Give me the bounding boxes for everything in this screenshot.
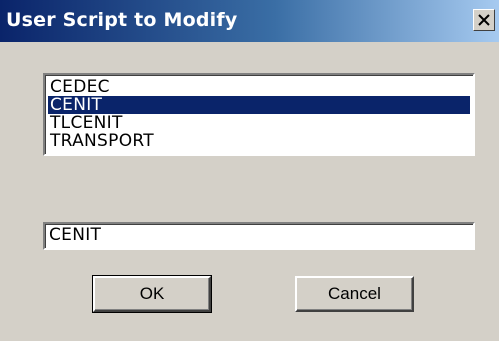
list-item-tlcenit[interactable]: TLCENIT bbox=[48, 114, 473, 132]
dialog-window: User Script to Modify CEDEC CENIT TLCENI… bbox=[0, 0, 499, 341]
close-button[interactable] bbox=[473, 9, 495, 31]
window-title: User Script to Modify bbox=[6, 9, 238, 31]
ok-button[interactable]: OK bbox=[92, 275, 212, 313]
close-icon bbox=[478, 14, 490, 26]
title-bar[interactable]: User Script to Modify bbox=[0, 0, 499, 42]
list-item-cedec[interactable]: CEDEC bbox=[48, 78, 473, 96]
list-item-transport[interactable]: TRANSPORT bbox=[48, 132, 473, 150]
cancel-button[interactable]: Cancel bbox=[295, 276, 414, 312]
script-name-input[interactable]: CENIT bbox=[43, 222, 475, 250]
script-listbox[interactable]: CEDEC CENIT TLCENIT TRANSPORT bbox=[43, 73, 475, 156]
list-item-cenit[interactable]: CENIT bbox=[48, 96, 470, 114]
